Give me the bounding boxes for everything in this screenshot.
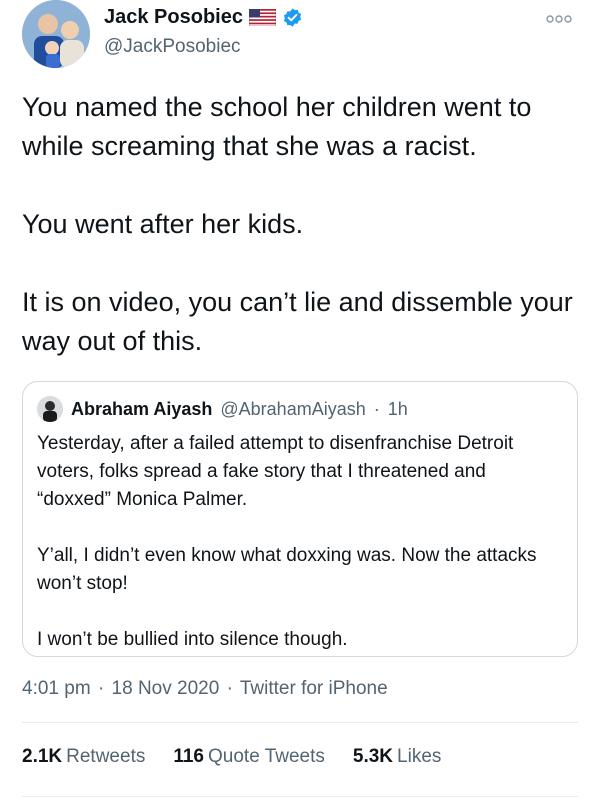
more-options-button[interactable] <box>542 8 576 30</box>
likes-count: 5.3K <box>352 746 394 767</box>
quoted-paragraph: I won’t be bullied into silence though. <box>37 629 348 650</box>
tweet-detail: Jack Posobiec @JackPosobiec You named th… <box>0 0 600 800</box>
quote-tweets-stat[interactable]: 116 Quote Tweets <box>173 746 325 768</box>
tweet-paragraph: You went after her kids. <box>22 209 304 239</box>
likes-stat[interactable]: 5.3K Likes <box>353 746 442 768</box>
quoted-author-handle[interactable]: @AbrahamAiyash <box>220 399 365 420</box>
tweet-date[interactable]: 18 Nov 2020 <box>112 678 220 699</box>
tweet-source[interactable]: Twitter for iPhone <box>240 678 388 699</box>
quoted-author-name[interactable]: Abraham Aiyash <box>71 399 212 420</box>
quoted-avatar-photo <box>37 396 63 422</box>
quoted-meta-separator: · <box>373 398 380 419</box>
quoted-tweet-card[interactable]: Abraham Aiyash @AbrahamAiyash · 1h Yeste… <box>22 381 578 657</box>
author-name-row: Jack Posobiec <box>104 6 303 29</box>
quote-tweets-count: 116 <box>173 746 204 767</box>
tweet-text: You named the school her children went t… <box>22 88 582 361</box>
quoted-author-avatar[interactable] <box>37 396 63 422</box>
more-options-icon <box>546 15 572 23</box>
divider <box>22 722 578 723</box>
tweet-time[interactable]: 4:01 pm <box>22 678 91 699</box>
timestamp-separator: · <box>97 678 105 699</box>
avatar-photo <box>22 0 90 68</box>
author-handle[interactable]: @JackPosobiec <box>104 36 241 58</box>
tweet-paragraph: It is on video, you can’t lie and dissem… <box>22 287 573 356</box>
verified-badge-icon <box>282 7 303 28</box>
timestamp-separator: · <box>226 678 233 699</box>
author-avatar[interactable] <box>22 0 90 68</box>
quoted-paragraph: Yesterday, after a failed attempt to dis… <box>37 433 514 510</box>
divider <box>22 796 578 797</box>
us-flag-icon <box>248 8 277 27</box>
retweets-label: Retweets <box>66 746 146 767</box>
quoted-tweet-text: Yesterday, after a failed attempt to dis… <box>37 430 563 654</box>
quoted-tweet-header: Abraham Aiyash @AbrahamAiyash · 1h <box>37 396 563 422</box>
retweets-count: 2.1K <box>22 746 63 767</box>
quoted-tweet-time[interactable]: 1h <box>388 399 408 420</box>
author-name[interactable]: Jack Posobiec <box>104 6 243 29</box>
tweet-timestamp: 4:01 pm · 18 Nov 2020 · Twitter for iPho… <box>22 678 388 700</box>
engagement-stats: 2.1K Retweets 116 Quote Tweets 5.3K Likes <box>22 746 441 768</box>
likes-label: Likes <box>397 746 442 767</box>
retweets-stat[interactable]: 2.1K Retweets <box>22 746 145 768</box>
tweet-paragraph: You named the school her children went t… <box>22 92 532 161</box>
quoted-paragraph: Y’all, I didn’t even know what doxxing w… <box>37 545 537 594</box>
quote-tweets-label: Quote Tweets <box>208 746 325 767</box>
